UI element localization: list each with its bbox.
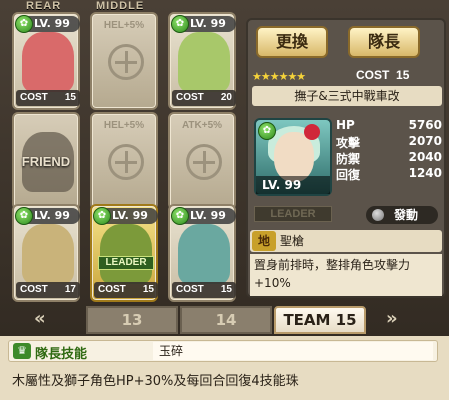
captain-button[interactable]: 隊長 (348, 26, 420, 58)
team-slot-middle-top[interactable]: HEL+5% (90, 12, 158, 110)
team-slot-front-top[interactable]: ✿ LV. 99 COST 20 (168, 12, 236, 110)
character-name: 撫子&三式中戰車改 (252, 86, 442, 106)
team-slot-front-mid[interactable]: ATK+5% (168, 112, 236, 210)
team-tab-bar: « 13 14 TEAM 15 » (0, 302, 449, 336)
character-sprite (178, 32, 230, 92)
tab-team-14[interactable]: 14 (180, 306, 272, 334)
add-plus-icon (186, 144, 222, 180)
stat-recovery: 回復 1240 (336, 166, 442, 182)
wood-element-icon: ✿ (171, 15, 189, 33)
level-badge: ✿ LV. 99 (171, 207, 236, 225)
wood-element-icon: ✿ (15, 207, 33, 225)
tab-team-13[interactable]: 13 (86, 306, 178, 334)
prev-team-arrow-icon[interactable]: « (34, 310, 74, 328)
rarity-stars: ★★★★★★ (252, 70, 306, 83)
team-slot-middle-mid[interactable]: HEL+5% (90, 112, 158, 210)
active-skill-row: 地 聖槍 (250, 230, 442, 252)
tab-team-15[interactable]: TEAM 15 (274, 306, 366, 334)
team-screen: REAR MIDDLE ✿ LV. 99 COST 15 HEL+5% ✿ LV. 9… (0, 0, 449, 400)
level-badge: ✿ LV. 99 (15, 15, 80, 33)
leader-skill-description: 木屬性及獅子角色HP+30%及每回合回復4技能珠 (12, 374, 299, 389)
add-plus-icon (108, 144, 144, 180)
level-badge: ✿ LV. 99 (171, 15, 236, 33)
leader-skill-panel: ♛ 隊長技能 玉碎 木屬性及獅子角色HP+30%及每回合回復4技能珠 (0, 336, 449, 400)
stat-hp: HP 5760 (336, 118, 442, 132)
portrait-level: LV. 99 (256, 176, 330, 194)
cost-display: COST 15 (356, 68, 410, 82)
character-sprite (100, 224, 152, 284)
leader-skill-name: 玉碎 (153, 342, 433, 360)
portrait-face (274, 132, 314, 182)
leader-tag: LEADER (254, 206, 332, 222)
skill-name: 聖槍 (280, 234, 305, 248)
swap-button[interactable]: 更換 (256, 26, 328, 58)
stat-defense: 防禦 2040 (336, 150, 442, 166)
wood-element-icon: ✿ (171, 207, 189, 225)
leader-badge: LEADER (98, 256, 154, 270)
level-badge: ✿ LV. 99 (15, 207, 80, 225)
activate-button[interactable]: 發動 (366, 206, 438, 224)
toggle-dot-icon (372, 209, 384, 221)
team-slot-friend[interactable]: FRIEND (12, 112, 80, 210)
team-slot-leader[interactable]: ✿ LV. 99 LEADER COST 15 (90, 204, 158, 302)
cost-bar: COST 15 (94, 282, 158, 298)
cost-bar: COST 20 (172, 90, 236, 106)
cost-bar: COST 15 (172, 282, 236, 298)
leader-skill-title: 隊長技能 (35, 347, 88, 362)
leader-skill-header: ♛ 隊長技能 玉碎 (8, 340, 438, 362)
team-slot-rear-top[interactable]: ✿ LV. 99 COST 15 (12, 12, 80, 110)
friend-label: FRIEND (21, 154, 71, 169)
character-sprite (22, 32, 74, 92)
character-sprite (22, 224, 74, 284)
wood-element-icon: ✿ (15, 15, 33, 33)
next-team-arrow-icon[interactable]: » (386, 310, 426, 328)
crown-icon: ♛ (13, 343, 31, 359)
rose-icon (304, 124, 320, 140)
add-plus-icon (108, 44, 144, 80)
team-slot-front-bottom[interactable]: ✿ LV. 99 COST 15 (168, 204, 236, 302)
earth-skill-icon: 地 (252, 231, 276, 251)
team-slot-rear-bottom[interactable]: ✿ LV. 99 COST 17 (12, 204, 80, 302)
wood-element-icon: ✿ (258, 122, 276, 140)
cost-bar: COST 17 (16, 282, 80, 298)
level-badge: ✿ LV. 99 (93, 207, 158, 225)
character-portrait[interactable]: ✿ LV. 99 (254, 118, 332, 196)
slot-bonus-label: HEL+5% (103, 20, 145, 31)
slot-bonus-label: ATK+5% (181, 120, 223, 131)
stats-table: HP 5760 攻擊 2070 防禦 2040 回復 1240 (336, 118, 442, 182)
wood-element-icon: ✿ (93, 207, 111, 225)
character-sprite (178, 224, 230, 284)
slot-bonus-label: HEL+5% (103, 120, 145, 131)
skill-description: 置身前排時，整排角色攻擊力+10% (250, 254, 442, 296)
stat-attack: 攻擊 2070 (336, 134, 442, 150)
cost-bar: COST 15 (16, 90, 80, 106)
